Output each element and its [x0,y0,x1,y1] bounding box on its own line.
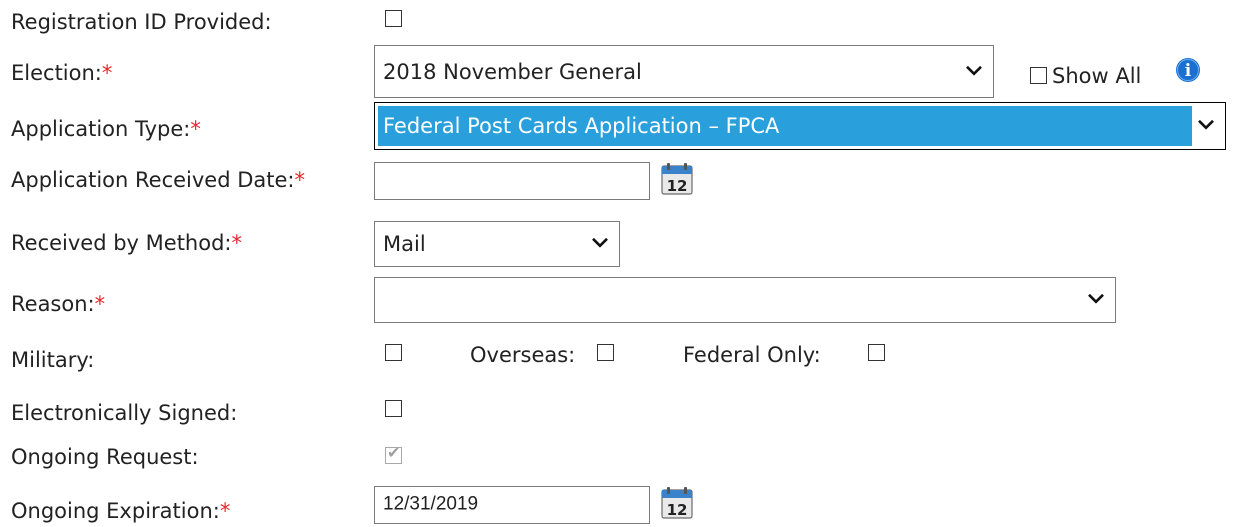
show-all-label: Show All [1052,64,1142,88]
electronically-signed-checkbox[interactable] [385,400,402,417]
registration-id-label: Registration ID Provided: [11,10,272,34]
ongoing-expiration-label: Ongoing Expiration:* [11,499,231,523]
federal-only-label: Federal Only: [683,343,821,367]
military-checkbox[interactable] [385,344,402,361]
federal-only-checkbox[interactable] [868,344,885,361]
svg-text:12: 12 [667,177,688,195]
calendar-icon[interactable]: 12 [660,162,694,196]
military-label: Military: [11,348,95,372]
ongoing-request-checkbox[interactable]: ✔ [385,443,402,464]
checkmark-icon: ✔ [387,443,401,462]
svg-text:12: 12 [667,501,688,519]
election-label: Election:* [11,61,113,85]
info-icon[interactable]: i [1175,57,1201,83]
absentee-application-form: Registration ID Provided: Election:* 201… [0,0,1238,527]
received-method-select[interactable]: Mail [374,221,620,267]
registration-id-checkbox[interactable] [385,10,402,27]
electronically-signed-label: Electronically Signed: [11,401,238,425]
svg-text:i: i [1185,61,1192,81]
chevron-down-icon [966,65,982,76]
application-type-label: Application Type:* [11,117,201,141]
overseas-label: Overseas: [470,343,576,367]
overseas-checkbox[interactable] [597,344,614,361]
ongoing-request-label: Ongoing Request: [11,445,199,469]
chevron-down-icon [1198,119,1214,130]
reason-select[interactable] [374,277,1116,323]
election-select[interactable]: 2018 November General [374,45,994,98]
received-date-input[interactable] [374,162,650,200]
reason-label: Reason:* [11,292,106,316]
received-date-label: Application Received Date:* [11,168,305,192]
ongoing-expiration-input[interactable]: 12/31/2019 [374,486,650,524]
chevron-down-icon [592,237,608,248]
received-method-label: Received by Method:* [11,231,242,255]
chevron-down-icon [1088,293,1104,304]
calendar-icon[interactable]: 12 [660,486,694,520]
show-all-checkbox[interactable] [1030,67,1047,84]
application-type-select[interactable]: Federal Post Cards Application – FPCA [374,102,1226,150]
